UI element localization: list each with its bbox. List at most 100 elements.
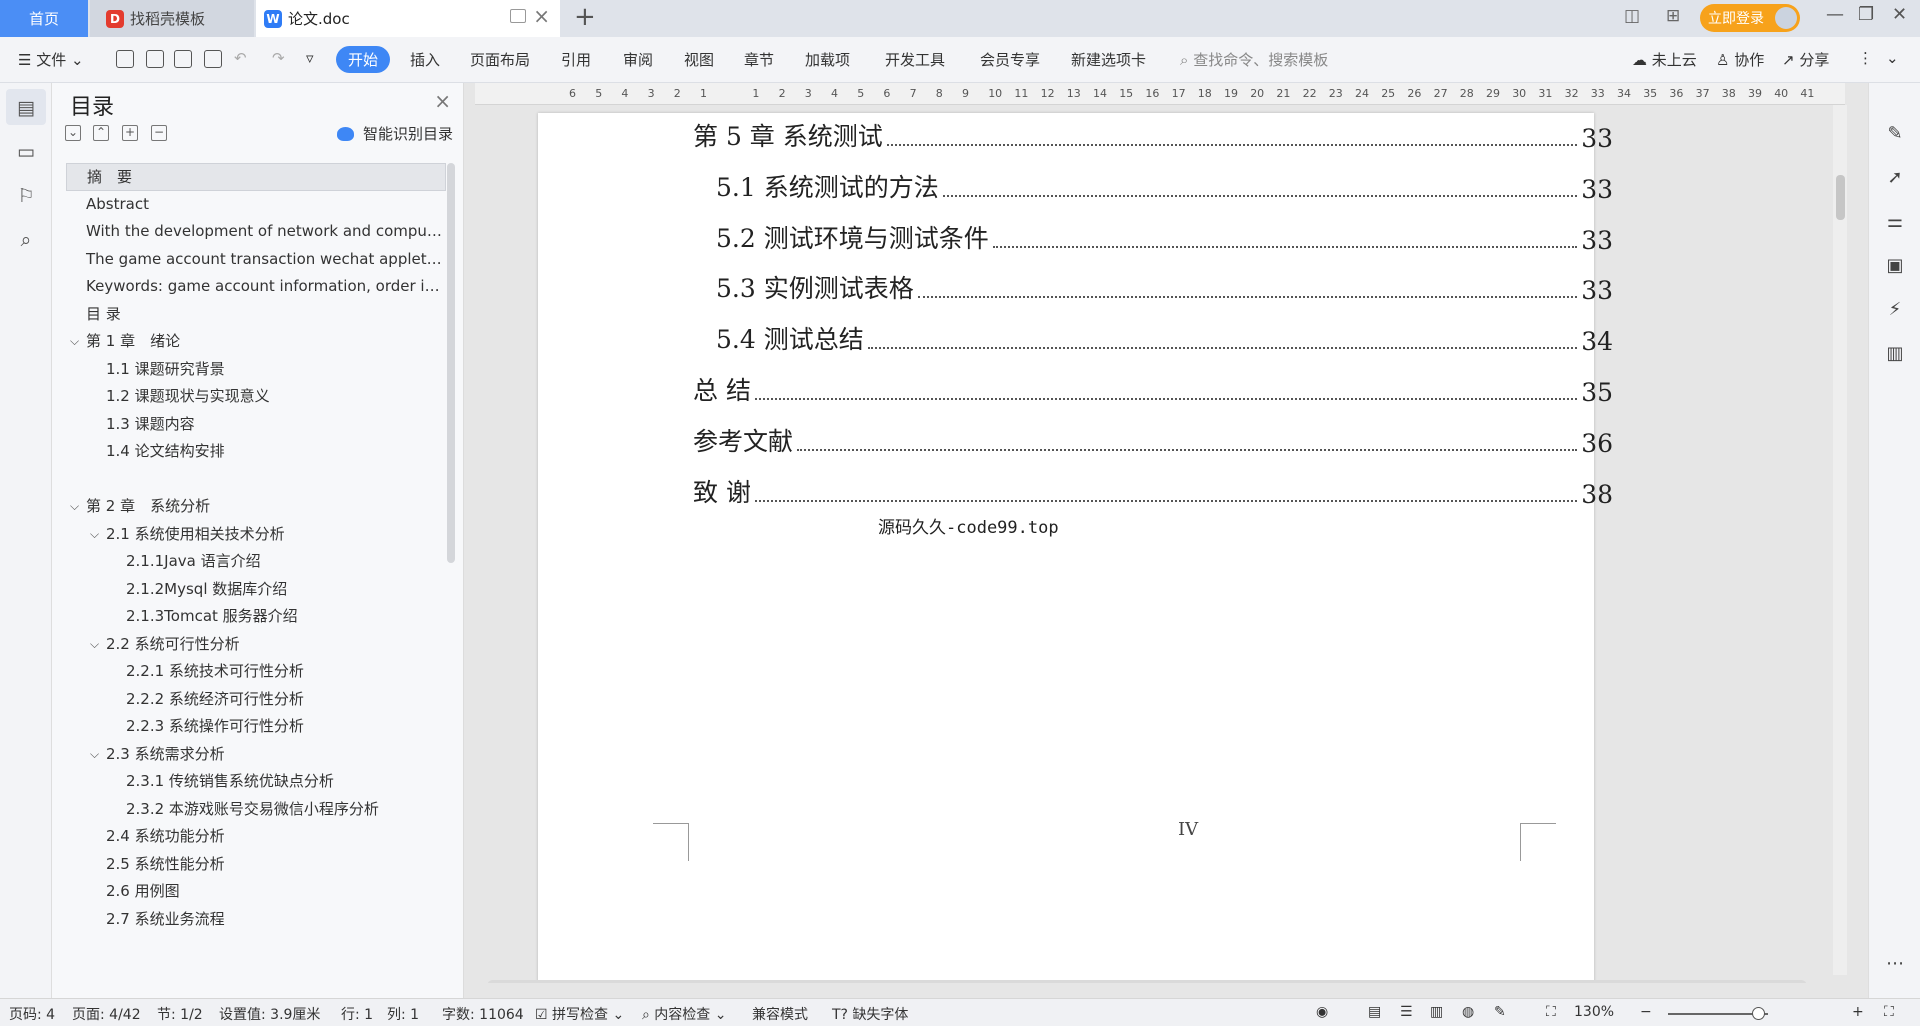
menu-start[interactable]: 开始 <box>336 46 391 73</box>
add-heading-icon[interactable]: + <box>122 125 138 141</box>
restore-icon[interactable]: ❐ <box>1858 4 1874 25</box>
toc-panel-item[interactable]: 1.2 课题现状与实现意义 <box>66 383 446 411</box>
document-toc-line[interactable]: 5.1 系统测试的方法 33 <box>716 164 1613 204</box>
menu-reference[interactable]: 引用 <box>561 49 591 70</box>
toc-panel-item[interactable]: 2.3.2 本游戏账号交易微信小程序分析 <box>66 796 446 824</box>
save-icon[interactable] <box>116 50 134 68</box>
menu-chapter[interactable]: 章节 <box>744 49 774 70</box>
toc-panel-item[interactable]: ⌵ 第 1 章 绪论 <box>66 328 446 356</box>
outline-view-icon[interactable]: ☰ <box>1400 1004 1413 1020</box>
toc-panel-item[interactable]: ⌵ 2.3 系统需求分析 <box>66 741 446 769</box>
redo-icon[interactable]: ↷ <box>272 49 285 67</box>
eye-protection-icon[interactable]: ◉ <box>1316 1004 1328 1020</box>
fullscreen-icon[interactable]: ⛶ <box>1884 1004 1894 1020</box>
toc-panel-item[interactable]: 摘 要 <box>66 163 446 191</box>
toc-panel-item[interactable]: 2.1.1Java 语言介绍 <box>66 548 446 576</box>
expand-caret-icon[interactable]: ⌵ <box>90 741 99 768</box>
page-view-icon[interactable]: ▤ <box>1368 1004 1381 1020</box>
document-toc-line[interactable]: 致 谢 38 <box>693 469 1613 509</box>
toc-panel-item[interactable]: 2.2.1 系统技术可行性分析 <box>66 658 446 686</box>
expand-up-icon[interactable]: ⌃ <box>93 125 109 141</box>
more-options-icon[interactable]: ⋮ <box>1858 49 1873 67</box>
zoom-out-icon[interactable]: − <box>1640 1004 1652 1020</box>
status-pages[interactable]: 页面: 4/42 <box>72 1004 141 1024</box>
command-search-input[interactable]: ⌕ 查找命令、搜索模板 <box>1180 49 1328 70</box>
tab-home[interactable]: 首页 <box>0 0 88 37</box>
toc-panel-item[interactable]: ⌵ 第 2 章 系统分析 <box>66 493 446 521</box>
close-panel-icon[interactable]: × <box>434 89 451 113</box>
layout-switch-icon[interactable]: ◫ <box>1624 6 1640 26</box>
reading-view-icon[interactable]: ▥ <box>1430 1004 1443 1020</box>
toc-panel-item[interactable]: Keywords: game account information, orde… <box>66 273 446 301</box>
toc-panel-item[interactable]: 目 录 <box>66 301 446 329</box>
write-mode-icon[interactable]: ✎ <box>1494 1004 1506 1020</box>
zoom-value[interactable]: 130% <box>1574 1004 1614 1020</box>
zoom-in-icon[interactable]: + <box>1852 1004 1864 1020</box>
expand-caret-icon[interactable]: ⌵ <box>70 493 79 520</box>
zoom-slider-handle[interactable] <box>1752 1007 1765 1020</box>
minimize-icon[interactable]: — <box>1826 4 1844 25</box>
toc-navigation-icon[interactable]: ▤ <box>15 97 37 119</box>
toc-panel-item[interactable]: 1.1 课题研究背景 <box>66 356 446 384</box>
vertical-scroll-thumb[interactable] <box>1836 175 1845 220</box>
menu-review[interactable]: 审阅 <box>623 49 653 70</box>
toc-panel-item[interactable]: 2.1.3Tomcat 服务器介绍 <box>66 603 446 631</box>
bookmark-icon[interactable]: ⚐ <box>15 185 37 207</box>
toc-panel-item[interactable]: 2.6 用例图 <box>66 878 446 906</box>
export-pdf-icon[interactable] <box>146 50 164 68</box>
cloud-status-button[interactable]: ☁ 未上云 <box>1632 49 1697 70</box>
apps-grid-icon[interactable]: ⊞ <box>1666 6 1680 26</box>
spell-check-button[interactable]: ☑ 拼写检查 ⌄ <box>535 1004 624 1024</box>
missing-font-button[interactable]: T? 缺失字体 <box>832 1004 908 1024</box>
horizontal-scrollbar[interactable] <box>487 980 1807 983</box>
vertical-scrollbar[interactable] <box>1833 105 1847 975</box>
collapse-ribbon-icon[interactable]: ⌄ <box>1886 49 1899 67</box>
toc-panel-item[interactable]: 1.4 论文结构安排 <box>66 438 446 466</box>
document-toc-line[interactable]: 第 5 章 系统测试 33 <box>693 113 1613 153</box>
toc-panel-item[interactable] <box>66 466 446 494</box>
toc-panel-item[interactable]: 2.1.2Mysql 数据库介绍 <box>66 576 446 604</box>
toc-panel-item[interactable]: 2.3.1 传统销售系统优缺点分析 <box>66 768 446 796</box>
find-icon[interactable]: ⌕ <box>15 229 37 251</box>
content-check-button[interactable]: ⌕ 内容检查 ⌄ <box>642 1004 726 1024</box>
menu-member[interactable]: 会员专享 <box>980 49 1040 70</box>
toc-panel-item[interactable]: 2.7 系统业务流程 <box>66 906 446 934</box>
more-icon[interactable]: ⋯ <box>1884 953 1906 975</box>
chapter-navigation-icon[interactable]: ▭ <box>15 141 37 163</box>
document-toc-line[interactable]: 5.4 测试总结 34 <box>716 316 1613 356</box>
fit-page-icon[interactable]: ⛶ <box>1546 1004 1556 1020</box>
collab-button[interactable]: ♙ 协作 <box>1716 49 1764 70</box>
status-word-count[interactable]: 字数: 11064 <box>442 1004 524 1024</box>
toc-panel-item[interactable]: With the development of network and comp… <box>66 218 446 246</box>
toc-panel-item[interactable]: ⌵ 2.1 系统使用相关技术分析 <box>66 521 446 549</box>
toc-panel-item[interactable]: 1.3 课题内容 <box>66 411 446 439</box>
document-toc-line[interactable]: 参考文献 36 <box>693 418 1613 458</box>
document-toc-line[interactable]: 5.3 实例测试表格 33 <box>716 265 1613 305</box>
menu-devtools[interactable]: 开发工具 <box>885 49 945 70</box>
expand-caret-icon[interactable]: ⌵ <box>70 328 79 355</box>
smart-toc-button[interactable]: 智能识别目录 <box>337 123 453 144</box>
toc-panel-item[interactable]: 2.2.2 系统经济可行性分析 <box>66 686 446 714</box>
toc-panel-item[interactable]: 2.5 系统性能分析 <box>66 851 446 879</box>
ai-assistant-icon[interactable]: ⚡ <box>1884 299 1906 321</box>
web-view-icon[interactable]: ◍ <box>1462 1004 1474 1020</box>
toc-panel-item[interactable]: ⌵ 2.2 系统可行性分析 <box>66 631 446 659</box>
close-tab-icon[interactable]: × <box>533 6 550 26</box>
print-preview-icon[interactable] <box>204 50 222 68</box>
document-toc-line[interactable]: 5.2 测试环境与测试条件 33 <box>716 215 1613 255</box>
adjust-icon[interactable]: ⚌ <box>1884 211 1906 233</box>
tab-document[interactable]: W 论文.doc × <box>256 0 560 37</box>
float-window-icon[interactable] <box>510 9 526 23</box>
pen-icon[interactable]: ✎ <box>1884 123 1906 145</box>
undo-icon[interactable]: ↶ <box>234 49 247 67</box>
print-icon[interactable] <box>174 50 192 68</box>
expand-caret-icon[interactable]: ⌵ <box>90 521 99 548</box>
toc-panel-item[interactable]: 2.4 系统功能分析 <box>66 823 446 851</box>
select-cursor-icon[interactable]: ➚ <box>1884 167 1906 189</box>
horizontal-ruler[interactable]: 6 5 4 3 2 1 1 2 3 4 5 6 7 8 9 10 11 12 13 14 15 16 17 18 19 20 21 2… <box>475 83 1845 105</box>
tab-templates[interactable]: D 找稻壳模板 <box>90 0 254 37</box>
menu-newtab[interactable]: 新建选项卡 <box>1071 49 1146 70</box>
menu-page-layout[interactable]: 页面布局 <box>470 49 530 70</box>
document-toc-line[interactable]: 总 结 35 <box>693 367 1613 407</box>
image-tools-icon[interactable]: ▣ <box>1884 255 1906 277</box>
